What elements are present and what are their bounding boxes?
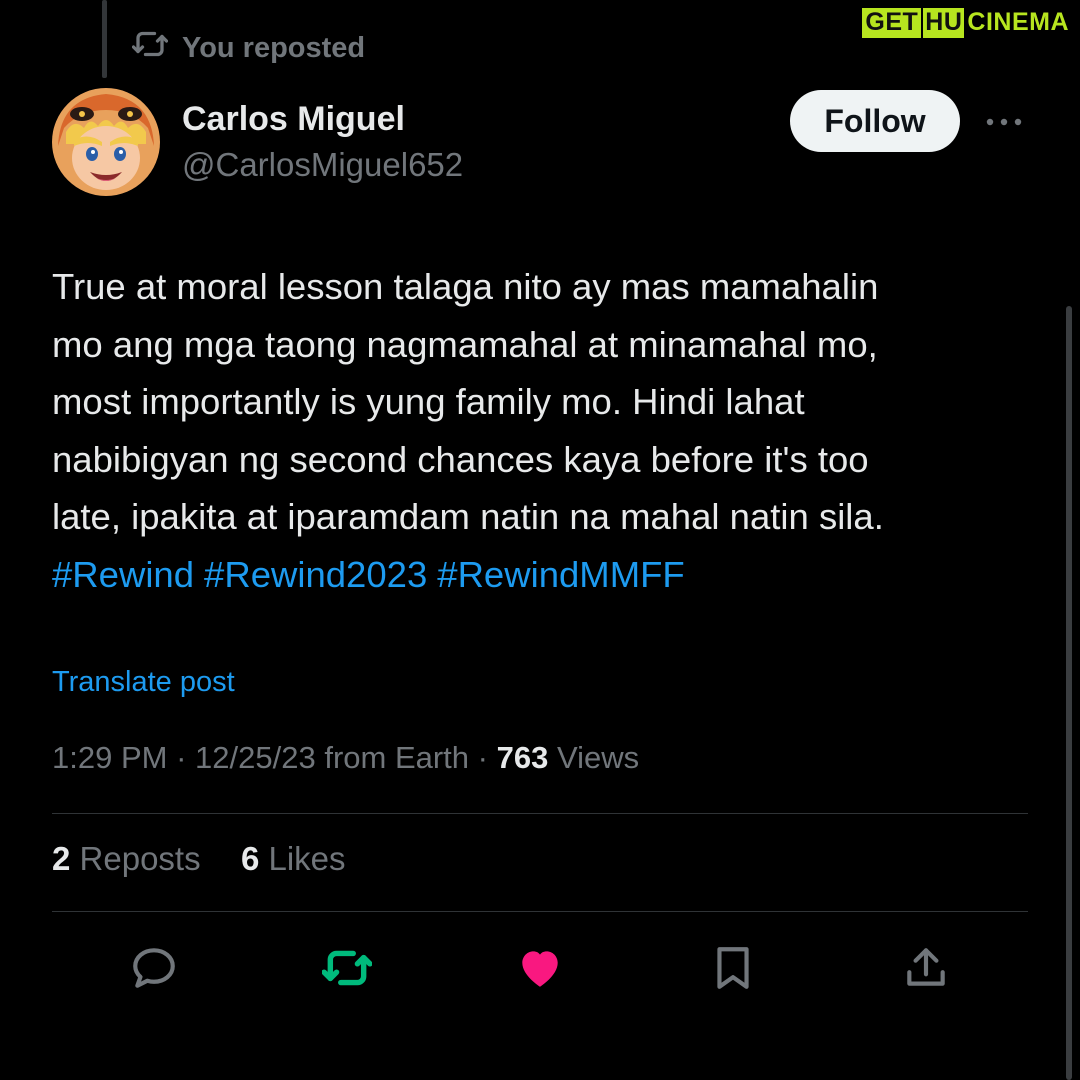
watermark-part2: HU [921,8,965,38]
views-count[interactable]: 763 [497,740,549,775]
likes-label[interactable]: Likes [268,840,345,877]
tweet-meta: 1:29 PM · 12/25/23 from Earth · 763 View… [52,740,639,776]
repost-button[interactable] [319,940,375,996]
repost-icon [322,950,372,986]
reply-icon [133,948,175,988]
hashtags-row: #Rewind #Rewind2023 #RewindMMFF [52,546,1032,604]
hashtag-link[interactable]: #Rewind2023 [204,554,427,595]
watermark-logo: GET HU CINEMA [862,8,1072,38]
follow-button[interactable]: Follow [790,90,960,152]
scrollbar[interactable] [1066,306,1072,1080]
tweet-line: most importantly is yung family mo. Hind… [52,381,805,422]
author-name[interactable]: Carlos Miguel [182,100,405,139]
translate-post-link[interactable]: Translate post [52,666,235,699]
views-label[interactable]: Views [557,740,639,775]
repost-banner: You reposted [131,26,366,70]
tweet-line: True at moral lesson talaga nito ay mas … [52,266,879,307]
bookmark-button[interactable] [705,940,761,996]
like-button[interactable] [512,940,568,996]
hashtag-link[interactable]: #RewindMMFF [437,554,684,595]
divider [52,911,1028,912]
meta-separator: · [176,740,187,775]
divider [52,813,1028,814]
tweet-source: from Earth [324,740,470,775]
share-button[interactable] [898,940,954,996]
heart-icon [522,951,558,987]
watermark-part1: GET [862,8,922,38]
likes-count[interactable]: 6 [241,840,259,877]
repost-icon [131,26,169,70]
tweet-text: True at moral lesson talaga nito ay mas … [52,258,1032,603]
hashtag-link[interactable]: #Rewind [52,554,194,595]
tweet-date[interactable]: 12/25/23 [195,740,316,775]
reposts-count[interactable]: 2 [52,840,70,877]
bookmark-icon [717,947,749,989]
tweet-line: mo ang mga taong nagmamahal at minamahal… [52,323,878,365]
watermark-part3: CINEMA [967,8,1069,36]
reply-button[interactable] [126,940,182,996]
author-handle[interactable]: @CarlosMiguel652 [182,146,463,184]
more-horizontal-icon[interactable] [984,108,1024,136]
reposts-label[interactable]: Reposts [80,840,201,877]
tweet-line: late, ipakita at iparamdam natin na maha… [52,496,884,537]
share-icon [907,948,945,986]
meta-separator: · [477,740,488,775]
engagement-stats: 2 Reposts 6 Likes [52,840,346,878]
avatar[interactable] [52,88,160,196]
tweet-line: nabibigyan ng second chances kaya before… [52,438,869,480]
repost-banner-text: You reposted [182,31,366,64]
tweet-time[interactable]: 1:29 PM [52,740,167,775]
thread-line [102,0,107,78]
